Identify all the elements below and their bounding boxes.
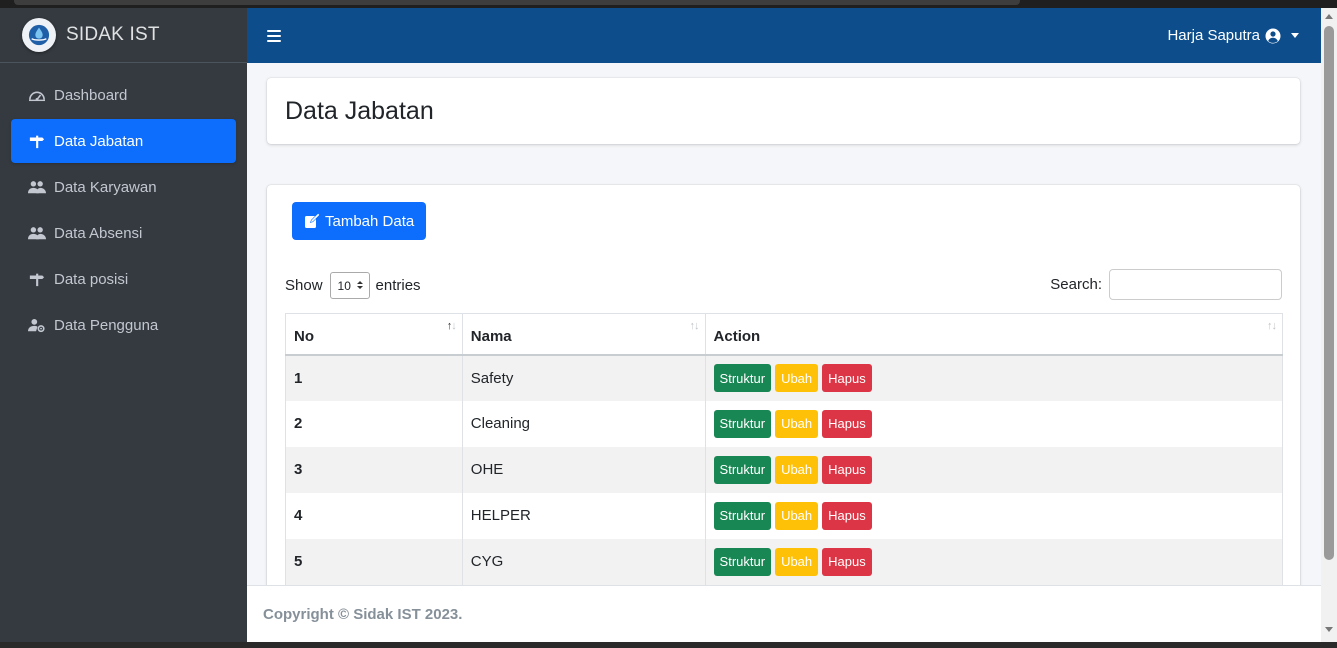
show-label: Show (285, 277, 323, 294)
add-data-label: Tambah Data (325, 212, 415, 230)
scrollbar-thumb[interactable] (1324, 26, 1334, 560)
entries-select[interactable]: 10 (329, 272, 370, 299)
hapus-button[interactable]: Hapus (822, 455, 872, 484)
vertical-scrollbar[interactable] (1321, 8, 1337, 642)
page-footer: Copyright © Sidak IST 2023. (247, 585, 1321, 642)
window-top-bar (0, 0, 1337, 8)
menu-toggle-icon[interactable] (267, 29, 281, 42)
signpost-icon (27, 133, 47, 149)
cell-nama: CYG (461, 538, 706, 585)
users-icon (27, 179, 47, 195)
cell-no: 4 (285, 492, 463, 539)
hapus-button[interactable]: Hapus (822, 501, 872, 530)
cell-action: Struktur Ubah Hapus (704, 400, 1284, 447)
sort-icon: ↑↓ (1267, 320, 1277, 332)
brand-link[interactable]: SIDAK IST (0, 8, 247, 63)
hapus-button[interactable]: Hapus (822, 364, 872, 392)
sidebar-item-label: Data posisi (54, 270, 129, 288)
sidebar-item-data-karyawan[interactable]: Data Karyawan (11, 165, 236, 209)
cell-action: Struktur Ubah Hapus (704, 446, 1284, 493)
sidebar-item-data-pengguna[interactable]: Data Pengguna (11, 303, 236, 347)
table-row: 4 HELPER Struktur Ubah Hapus (285, 492, 1284, 539)
brand-text: SIDAK IST (66, 24, 160, 45)
window-tab-strip (14, 0, 1020, 5)
sidebar-item-label: Dashboard (54, 86, 128, 104)
table-header-row: No ↑↓ Nama ↑↓ Action ↑↓ (285, 313, 1284, 356)
ubah-button[interactable]: Ubah (775, 547, 819, 576)
cell-no: 2 (285, 400, 463, 447)
cell-no: 3 (285, 446, 463, 493)
cell-nama: Safety (461, 354, 706, 401)
sidebar-nav: Dashboard Data Jabatan Data Karyawan Dat… (0, 63, 247, 359)
select-arrows-icon (356, 281, 363, 289)
users-icon (27, 225, 47, 241)
sidebar-item-data-posisi[interactable]: Data posisi (11, 257, 236, 301)
cell-nama: OHE (461, 446, 706, 493)
cell-action: Struktur Ubah Hapus (704, 538, 1284, 585)
sort-icon: ↑↓ (446, 320, 457, 332)
table-row: 5 CYG Struktur Ubah Hapus (285, 538, 1284, 585)
page-title: Data Jabatan (285, 96, 434, 125)
sidebar-item-data-absensi[interactable]: Data Absensi (11, 211, 236, 255)
struktur-button[interactable]: Struktur (713, 547, 772, 576)
user-circle-icon (1265, 28, 1281, 43)
ubah-button[interactable]: Ubah (775, 409, 819, 438)
user-name: Harja Saputra (1167, 27, 1260, 44)
brand-logo-icon (22, 18, 56, 52)
sidebar: SIDAK IST Dashboard Data Jabatan Data Ka… (0, 8, 247, 642)
user-gear-icon (27, 317, 47, 333)
hapus-button[interactable]: Hapus (822, 409, 872, 438)
cell-action: Struktur Ubah Hapus (704, 354, 1284, 401)
ubah-button[interactable]: Ubah (775, 501, 819, 530)
top-navbar: Harja Saputra (247, 8, 1321, 63)
window-bottom-border (0, 642, 1337, 648)
scroll-down-icon[interactable] (1325, 627, 1333, 632)
sidebar-item-label: Data Absensi (54, 224, 143, 242)
entries-length-control: Show 10 entries (285, 272, 421, 299)
column-header-action[interactable]: Action ↑↓ (704, 313, 1284, 356)
struktur-button[interactable]: Struktur (713, 409, 772, 438)
entries-value: 10 (337, 278, 351, 293)
column-header-nama[interactable]: Nama ↑↓ (461, 313, 706, 356)
scroll-up-icon[interactable] (1325, 14, 1333, 19)
table-search: Search: (1050, 269, 1282, 300)
jabatan-table: No ↑↓ Nama ↑↓ Action ↑↓ 1 Safety Struktur U… (285, 313, 1284, 585)
ubah-button[interactable]: Ubah (775, 364, 819, 392)
sidebar-item-dashboard[interactable]: Dashboard (11, 73, 236, 117)
table-row: 2 Cleaning Struktur Ubah Hapus (285, 400, 1284, 447)
sidebar-item-data-jabatan[interactable]: Data Jabatan (11, 119, 236, 163)
chevron-down-icon (1291, 33, 1299, 38)
struktur-button[interactable]: Struktur (713, 455, 772, 484)
cell-no: 1 (285, 354, 463, 401)
hapus-button[interactable]: Hapus (822, 547, 872, 576)
signpost-icon (27, 271, 47, 287)
add-data-button[interactable]: Tambah Data (292, 202, 427, 240)
sidebar-item-label: Data Pengguna (54, 316, 159, 334)
table-row: 1 Safety Struktur Ubah Hapus (285, 354, 1284, 401)
struktur-button[interactable]: Struktur (713, 364, 772, 392)
search-input[interactable] (1109, 269, 1282, 300)
cell-no: 5 (285, 538, 463, 585)
ubah-button[interactable]: Ubah (775, 455, 819, 484)
content-wrapper: Data Jabatan Tambah Data Show 10 entries… (247, 63, 1321, 585)
struktur-button[interactable]: Struktur (713, 501, 772, 530)
column-header-no[interactable]: No ↑↓ (285, 313, 463, 356)
user-menu[interactable]: Harja Saputra (1167, 27, 1299, 44)
sidebar-item-label: Data Jabatan (54, 132, 144, 150)
cell-nama: HELPER (461, 492, 706, 539)
cell-nama: Cleaning (461, 400, 706, 447)
search-label: Search: (1050, 276, 1102, 293)
sort-icon: ↑↓ (689, 320, 700, 332)
dashboard-gauge-icon (27, 87, 47, 103)
table-row: 3 OHE Struktur Ubah Hapus (285, 446, 1284, 493)
data-card: Tambah Data Show 10 entries Search: No ↑↓ (267, 185, 1300, 585)
entries-label: entries (375, 277, 421, 294)
window-frame: SIDAK IST Dashboard Data Jabatan Data Ka… (0, 0, 1337, 648)
sidebar-item-label: Data Karyawan (54, 178, 157, 196)
edit-icon (305, 213, 320, 228)
cell-action: Struktur Ubah Hapus (704, 492, 1284, 539)
page-header: Data Jabatan (267, 78, 1300, 144)
copyright-text: Copyright © Sidak IST 2023. (263, 605, 463, 623)
